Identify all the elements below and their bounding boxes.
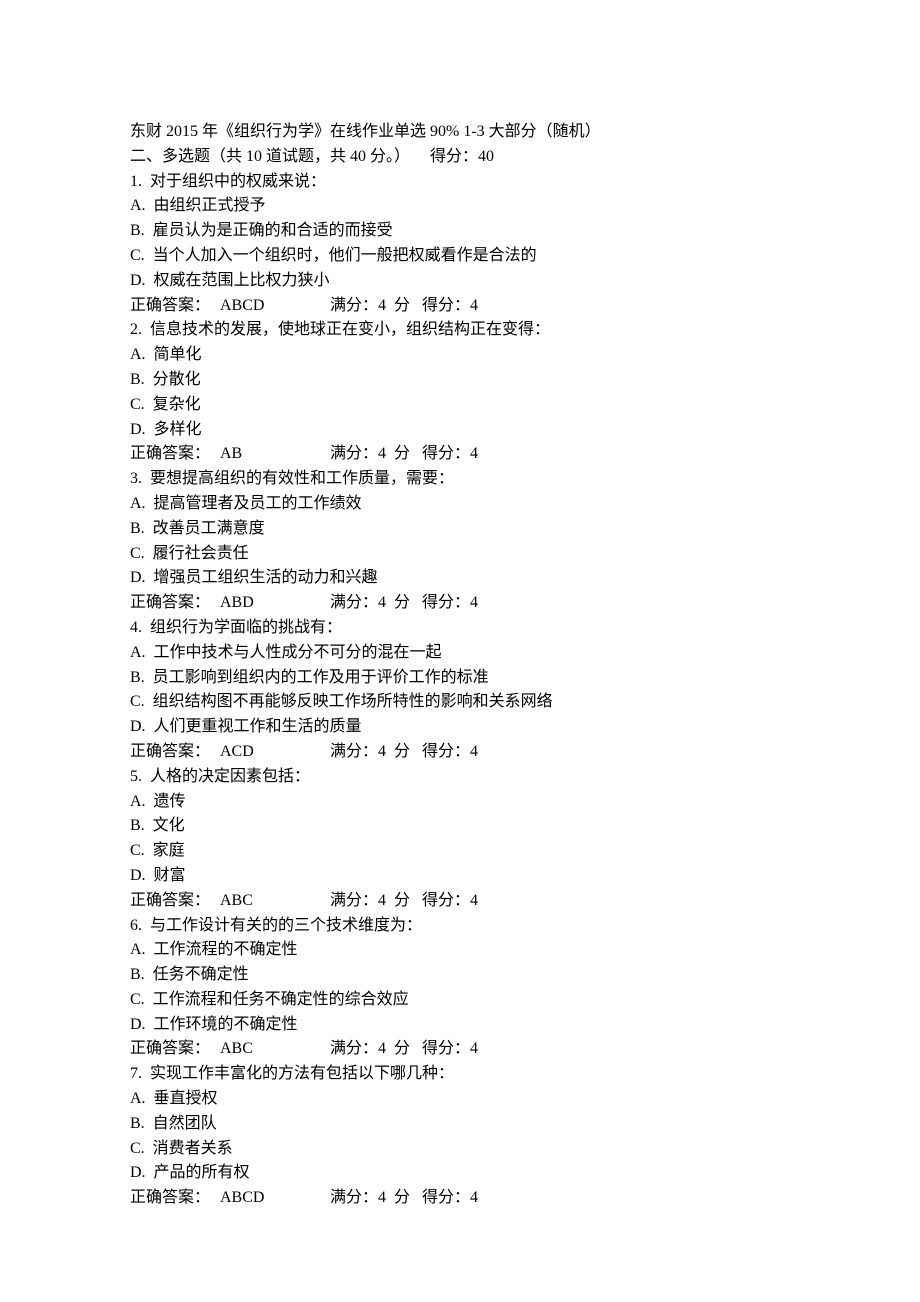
question-option: D. 财富 [130,864,790,889]
question-option: C. 履行社会责任 [130,542,790,567]
question-option: C. 消费者关系 [130,1137,790,1162]
answer-value: AB [220,442,330,467]
question-text: 组织行为学面临的挑战有： [142,619,342,636]
answer-label: 正确答案： [130,1186,220,1211]
answer-line: 正确答案：AB满分：4 分 得分：4 [130,442,790,467]
question-text: 对于组织中的权威来说： [142,173,326,190]
question-number: 2. [130,321,142,338]
answer-label: 正确答案： [130,889,220,914]
document-page: 东财 2015 年《组织行为学》在线作业单选 90% 1-3 大部分（随机） 二… [0,0,920,1302]
question-option: B. 任务不确定性 [130,963,790,988]
question-option: D. 权威在范围上比权力狭小 [130,269,790,294]
question-option: A. 垂直授权 [130,1087,790,1112]
question-option: B. 改善员工满意度 [130,517,790,542]
question-option: B. 员工影响到组织内的工作及用于评价工作的标准 [130,666,790,691]
question-option: A. 工作中技术与人性成分不可分的混在一起 [130,641,790,666]
score-label: 满分：4 分 得分：4 [330,1037,478,1062]
answer-label: 正确答案： [130,294,220,319]
question-number: 7. [130,1065,142,1082]
question-text: 信息技术的发展，使地球正在变小，组织结构正在变得： [142,321,550,338]
question-option: D. 多样化 [130,418,790,443]
question-number: 3. [130,470,142,487]
questions-container: 1. 对于组织中的权威来说：A. 由组织正式授予B. 雇员认为是正确的和合适的而… [130,170,790,1211]
question-option: C. 家庭 [130,839,790,864]
question-stem: 5. 人格的决定因素包括： [130,765,790,790]
answer-label: 正确答案： [130,1037,220,1062]
question-option: A. 工作流程的不确定性 [130,938,790,963]
answer-line: 正确答案：ABD满分：4 分 得分：4 [130,591,790,616]
answer-line: 正确答案：ACD满分：4 分 得分：4 [130,740,790,765]
question-number: 1. [130,173,142,190]
score-label: 满分：4 分 得分：4 [330,740,478,765]
question-number: 4. [130,619,142,636]
answer-label: 正确答案： [130,740,220,765]
question-text: 人格的决定因素包括： [142,768,310,785]
answer-value: ABC [220,889,330,914]
answer-label: 正确答案： [130,442,220,467]
question-number: 5. [130,768,142,785]
question-option: C. 组织结构图不再能够反映工作场所特性的影响和关系网络 [130,690,790,715]
section-header: 二、多选题（共 10 道试题，共 40 分。） 得分：40 [130,145,790,170]
question-option: D. 增强员工组织生活的动力和兴趣 [130,566,790,591]
question-stem: 7. 实现工作丰富化的方法有包括以下哪几种： [130,1062,790,1087]
answer-value: ABCD [220,1186,330,1211]
score-label: 满分：4 分 得分：4 [330,591,478,616]
score-label: 满分：4 分 得分：4 [330,1186,478,1211]
answer-label: 正确答案： [130,591,220,616]
question-stem: 3. 要想提高组织的有效性和工作质量，需要： [130,467,790,492]
question-option: B. 文化 [130,814,790,839]
answer-value: ACD [220,740,330,765]
question-stem: 1. 对于组织中的权威来说： [130,170,790,195]
question-option: A. 由组织正式授予 [130,194,790,219]
score-label: 满分：4 分 得分：4 [330,889,478,914]
answer-line: 正确答案：ABC满分：4 分 得分：4 [130,889,790,914]
question-option: B. 雇员认为是正确的和合适的而接受 [130,219,790,244]
question-option: D. 工作环境的不确定性 [130,1013,790,1038]
score-label: 满分：4 分 得分：4 [330,294,478,319]
question-option: A. 简单化 [130,343,790,368]
question-option: A. 遗传 [130,790,790,815]
question-option: B. 分散化 [130,368,790,393]
page-title: 东财 2015 年《组织行为学》在线作业单选 90% 1-3 大部分（随机） [130,120,790,145]
answer-value: ABD [220,591,330,616]
answer-value: ABC [220,1037,330,1062]
question-option: A. 提高管理者及员工的工作绩效 [130,492,790,517]
question-text: 实现工作丰富化的方法有包括以下哪几种： [142,1065,454,1082]
question-option: D. 人们更重视工作和生活的质量 [130,715,790,740]
question-option: C. 复杂化 [130,393,790,418]
answer-line: 正确答案：ABCD满分：4 分 得分：4 [130,1186,790,1211]
question-number: 6. [130,917,142,934]
question-option: D. 产品的所有权 [130,1161,790,1186]
question-option: C. 当个人加入一个组织时，他们一般把权威看作是合法的 [130,244,790,269]
score-label: 满分：4 分 得分：4 [330,442,478,467]
question-stem: 6. 与工作设计有关的的三个技术维度为： [130,914,790,939]
question-stem: 4. 组织行为学面临的挑战有： [130,616,790,641]
question-text: 与工作设计有关的的三个技术维度为： [142,917,422,934]
answer-line: 正确答案：ABC满分：4 分 得分：4 [130,1037,790,1062]
question-text: 要想提高组织的有效性和工作质量，需要： [142,470,454,487]
question-option: B. 自然团队 [130,1112,790,1137]
question-stem: 2. 信息技术的发展，使地球正在变小，组织结构正在变得： [130,318,790,343]
answer-line: 正确答案：ABCD满分：4 分 得分：4 [130,294,790,319]
answer-value: ABCD [220,294,330,319]
question-option: C. 工作流程和任务不确定性的综合效应 [130,988,790,1013]
